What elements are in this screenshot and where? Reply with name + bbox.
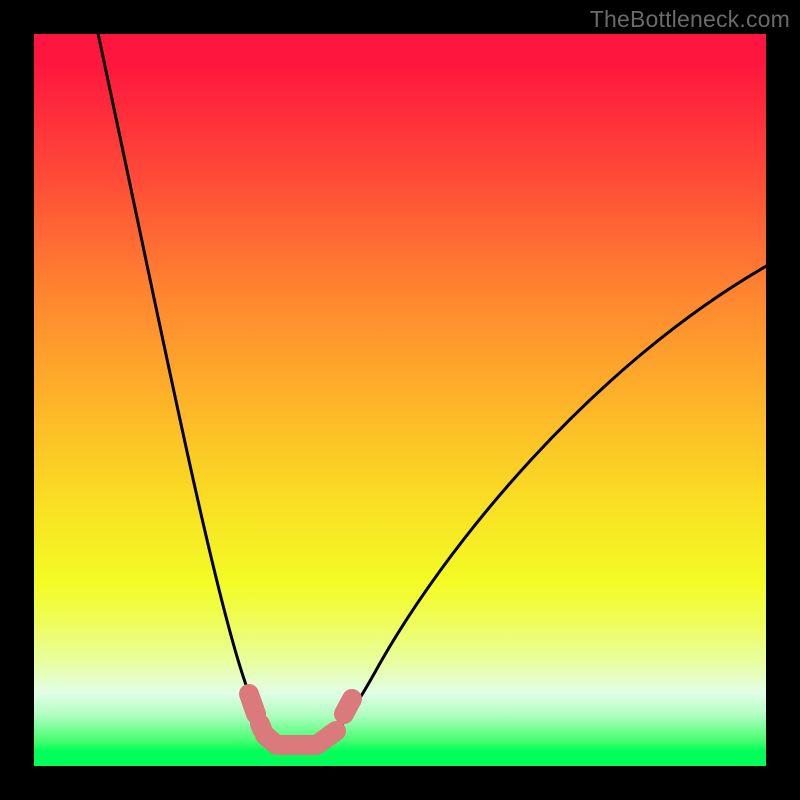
marker-1 (249, 694, 256, 714)
marker-6 (344, 699, 352, 714)
curve-layer (34, 34, 766, 766)
watermark-text: TheBottleneck.com (590, 6, 790, 33)
plot-area (34, 34, 766, 766)
bottleneck-curve (96, 34, 766, 747)
marker-group (249, 694, 352, 745)
marker-5 (318, 731, 336, 744)
outer-frame: TheBottleneck.com (0, 0, 800, 800)
